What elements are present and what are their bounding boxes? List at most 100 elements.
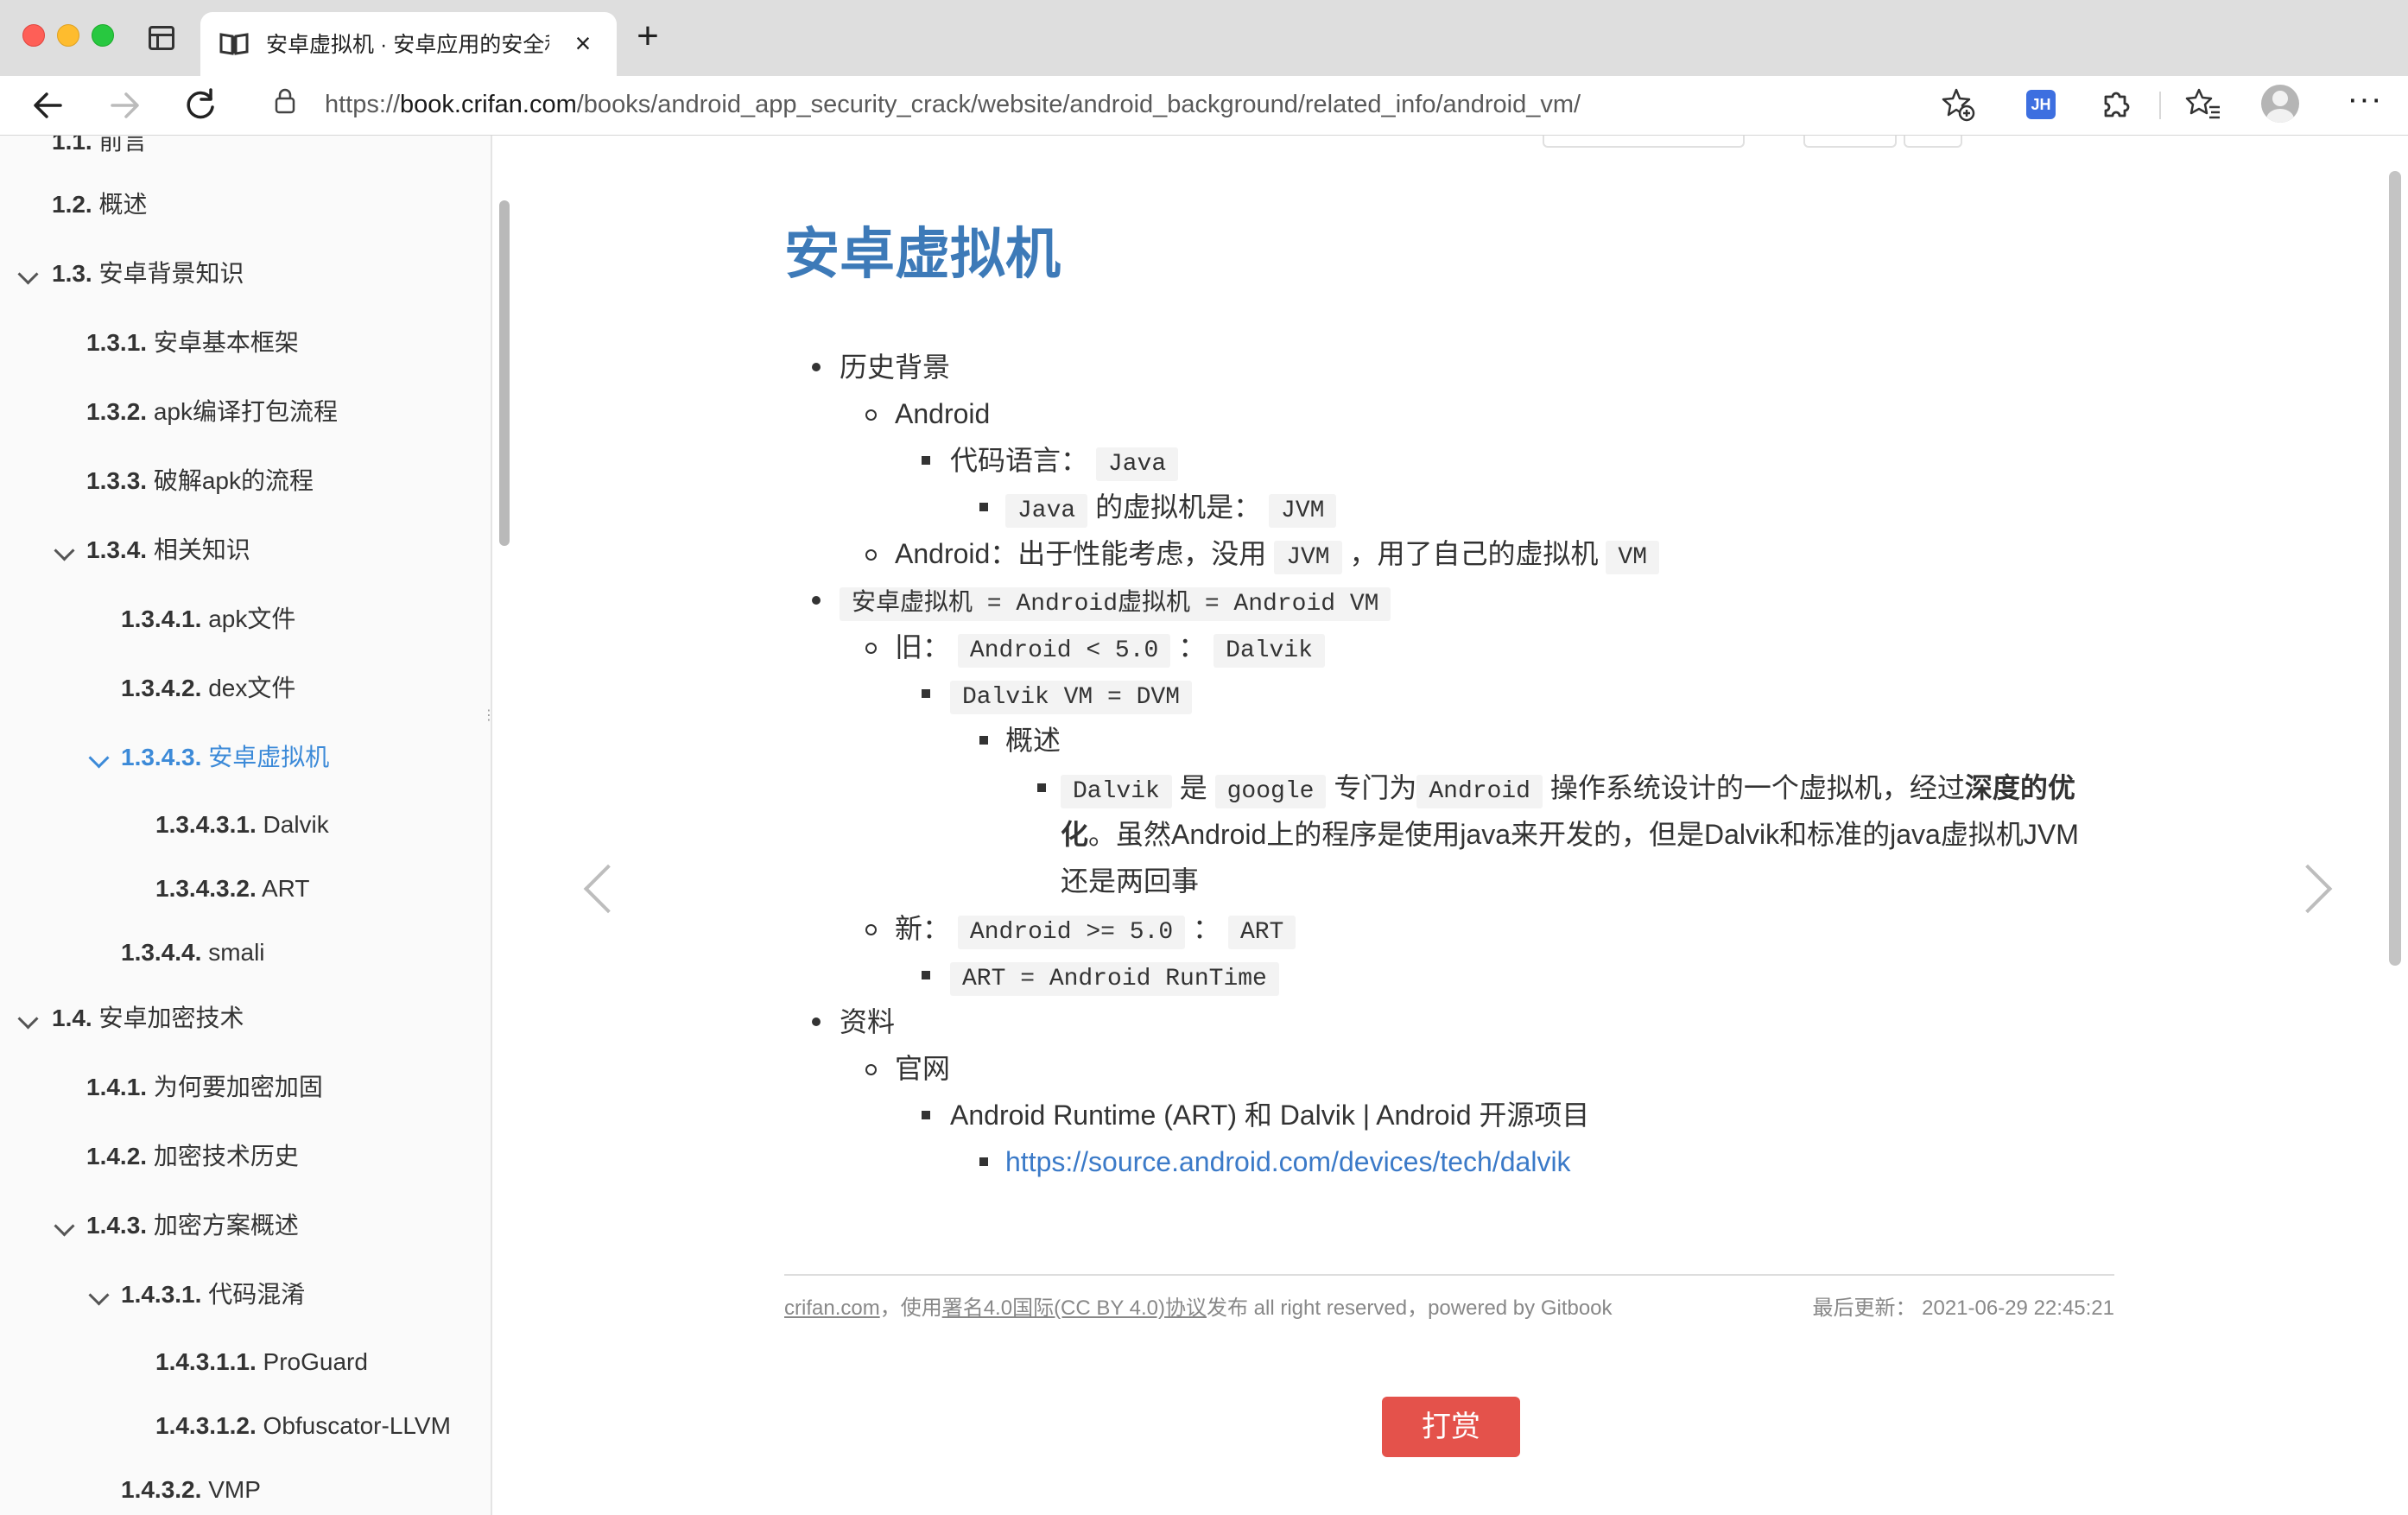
main-content: 安卓虚拟机 历史背景 Android 代码语言： Java Java 的虚拟机是… <box>518 136 2392 1515</box>
bullet <box>812 596 821 605</box>
toc-item[interactable]: 1.4.1. 为何要加密加固 <box>86 1066 323 1109</box>
list-item: 官网 <box>895 1053 951 1084</box>
bullet <box>812 1017 821 1026</box>
bullet <box>922 1111 930 1119</box>
bullet <box>922 689 930 698</box>
footer-copyright: crifan.com，使用署名4.0国际(CC BY 4.0)协议发布 all … <box>784 1296 1613 1320</box>
toc-item[interactable]: 1.3.1. 安卓基本框架 <box>86 321 299 364</box>
footer-last-updated: 最后更新： 2021-06-29 22:45:21 <box>1812 1296 2114 1320</box>
list-item: 资料 <box>840 1006 896 1037</box>
license-link[interactable]: 署名4.0国际(CC BY 4.0)协议 <box>942 1296 1207 1320</box>
bullet <box>865 1064 877 1075</box>
list-item-continued: 还是两回事 <box>1061 865 1200 897</box>
toc-item[interactable]: 1.3.4.2. dex文件 <box>121 667 295 710</box>
tab-title: 安卓虚拟机 · 安卓应用的安全和破解 <box>266 33 549 57</box>
chevron-down-icon[interactable] <box>17 1008 39 1030</box>
toolbar-button-clipped[interactable] <box>1904 136 1962 148</box>
bullet <box>865 409 877 421</box>
toc-item[interactable]: 1.3. 安卓背景知识 <box>52 252 244 295</box>
bullet <box>922 456 930 465</box>
list-item: 概述 <box>1005 725 1061 756</box>
book-icon <box>219 33 249 55</box>
list-item: 历史背景 <box>840 352 951 383</box>
toc-item[interactable]: 1.3.4.4. smali <box>121 931 265 974</box>
toc-item[interactable]: 1.4.3.2. VMP <box>121 1468 261 1512</box>
toc-item[interactable]: 1.2. 概述 <box>52 183 148 226</box>
bullet <box>865 549 877 561</box>
main-scrollbar[interactable] <box>2389 171 2401 966</box>
dalvik-doc-link[interactable]: https://source.android.com/devices/tech/… <box>1005 1138 1571 1185</box>
bullet <box>979 736 988 745</box>
toc-item[interactable]: 1.3.3. 破解apk的流程 <box>86 460 314 503</box>
list-item: Dalvik VM = DVM <box>950 670 1193 717</box>
toolbar-button-clipped[interactable] <box>1543 136 1745 148</box>
list-item: 新： Android >= 5.0 ： ART <box>895 905 1296 952</box>
reward-button[interactable]: 打赏 <box>1382 1397 1520 1457</box>
list-item-continued: 化。虽然Android上的程序是使用java来开发的，但是Dalvik和标准的j… <box>1061 819 2079 850</box>
bullet <box>865 924 877 935</box>
toc-item[interactable]: 1.3.4.1. apk文件 <box>121 598 295 641</box>
bullet <box>979 503 988 511</box>
jh-extension-icon[interactable]: JH <box>2026 90 2056 119</box>
sidebar-resize-handle[interactable]: ⋮ <box>482 709 491 735</box>
chevron-down-icon[interactable] <box>54 540 75 561</box>
new-tab-button[interactable]: + <box>629 17 667 57</box>
chevron-down-icon[interactable] <box>17 263 39 285</box>
footer-divider <box>784 1274 2114 1276</box>
toc-item-active[interactable]: 1.3.4.3. 安卓虚拟机 <box>121 736 329 779</box>
add-favorite-icon[interactable] <box>1938 85 1978 124</box>
minimize-window-button[interactable] <box>57 24 79 47</box>
tab-bar: 安卓虚拟机 · 安卓应用的安全和破解 × + <box>0 0 2408 76</box>
toc-item[interactable]: 1.4.3. 加密方案概述 <box>86 1204 299 1247</box>
chevron-down-icon[interactable] <box>88 747 110 769</box>
toc-item[interactable]: 1.1. 前言 <box>52 136 148 163</box>
profile-icon[interactable] <box>2261 85 2299 123</box>
extensions-icon[interactable] <box>2097 85 2137 124</box>
more-icon[interactable]: ··· <box>2344 83 2386 124</box>
page-title: 安卓虚拟机 <box>784 223 1061 285</box>
address-bar[interactable]: https://book.crifan.com/books/android_ap… <box>249 76 1993 133</box>
list-item: Java 的虚拟机是： JVM <box>1005 484 1337 530</box>
lock-icon[interactable] <box>275 88 295 114</box>
browser-tab[interactable]: 安卓虚拟机 · 安卓应用的安全和破解 × <box>200 12 617 76</box>
list-item: Android：出于性能考虑，没用 JVM ，用了自己的虚拟机 VM <box>895 530 1660 577</box>
zoom-window-button[interactable] <box>92 24 114 47</box>
toc-item[interactable]: 1.4.3.1. 代码混淆 <box>121 1273 305 1316</box>
prev-page-icon[interactable] <box>583 864 633 914</box>
bullet <box>922 971 930 979</box>
url-host: book.crifan.com <box>400 91 577 118</box>
toc-item[interactable]: 1.3.4. 相关知识 <box>86 529 250 572</box>
list-item: 代码语言： Java <box>950 437 1179 484</box>
list-item: Dalvik 是 google 专门为 Android 操作系统设计的一个虚拟机，… <box>1061 764 2075 811</box>
toc-item[interactable]: 1.3.4.3.2. ART <box>155 867 310 910</box>
bullet <box>812 363 821 371</box>
list-item: ART = Android RunTime <box>950 952 1279 998</box>
chevron-down-icon[interactable] <box>54 1215 75 1237</box>
toc-item[interactable]: 1.4.3.1.1. ProGuard <box>155 1341 368 1384</box>
bullet <box>1037 783 1046 792</box>
toolbar-separator <box>2159 92 2161 119</box>
list-item: 旧： Android < 5.0 ： Dalvik <box>895 624 1325 670</box>
sidebar-scrollbar[interactable] <box>499 200 510 546</box>
site-link[interactable]: crifan.com <box>784 1296 880 1320</box>
next-page-icon[interactable] <box>2283 864 2333 914</box>
bullet <box>865 643 877 654</box>
toc-item[interactable]: 1.4.3.1.2. Obfuscator-LLVM <box>155 1404 451 1448</box>
toc-item[interactable]: 1.3.4.3.1. Dalvik <box>155 803 329 846</box>
close-tab-icon[interactable]: × <box>570 29 596 57</box>
close-window-button[interactable] <box>22 24 45 47</box>
url-text[interactable]: https://book.crifan.com/books/android_ap… <box>325 86 1581 123</box>
list-item: Android Runtime (ART) 和 Dalvik | Android… <box>950 1100 1590 1131</box>
toc-item[interactable]: 1.4. 安卓加密技术 <box>52 997 244 1040</box>
reload-icon[interactable] <box>178 83 223 128</box>
url-path: /books/android_app_security_crack/websit… <box>576 91 1581 118</box>
favorites-icon[interactable] <box>2183 85 2223 124</box>
toc-item[interactable]: 1.3.2. apk编译打包流程 <box>86 390 338 434</box>
toolbar-button-clipped[interactable] <box>1803 136 1897 148</box>
sidebar-toggle-icon[interactable] <box>149 26 174 50</box>
back-arrow-icon[interactable] <box>26 83 71 128</box>
toc-item[interactable]: 1.4.2. 加密技术历史 <box>86 1135 299 1178</box>
forward-arrow-icon[interactable] <box>102 83 147 128</box>
list-item: Android <box>895 398 991 429</box>
chevron-down-icon[interactable] <box>88 1284 110 1306</box>
